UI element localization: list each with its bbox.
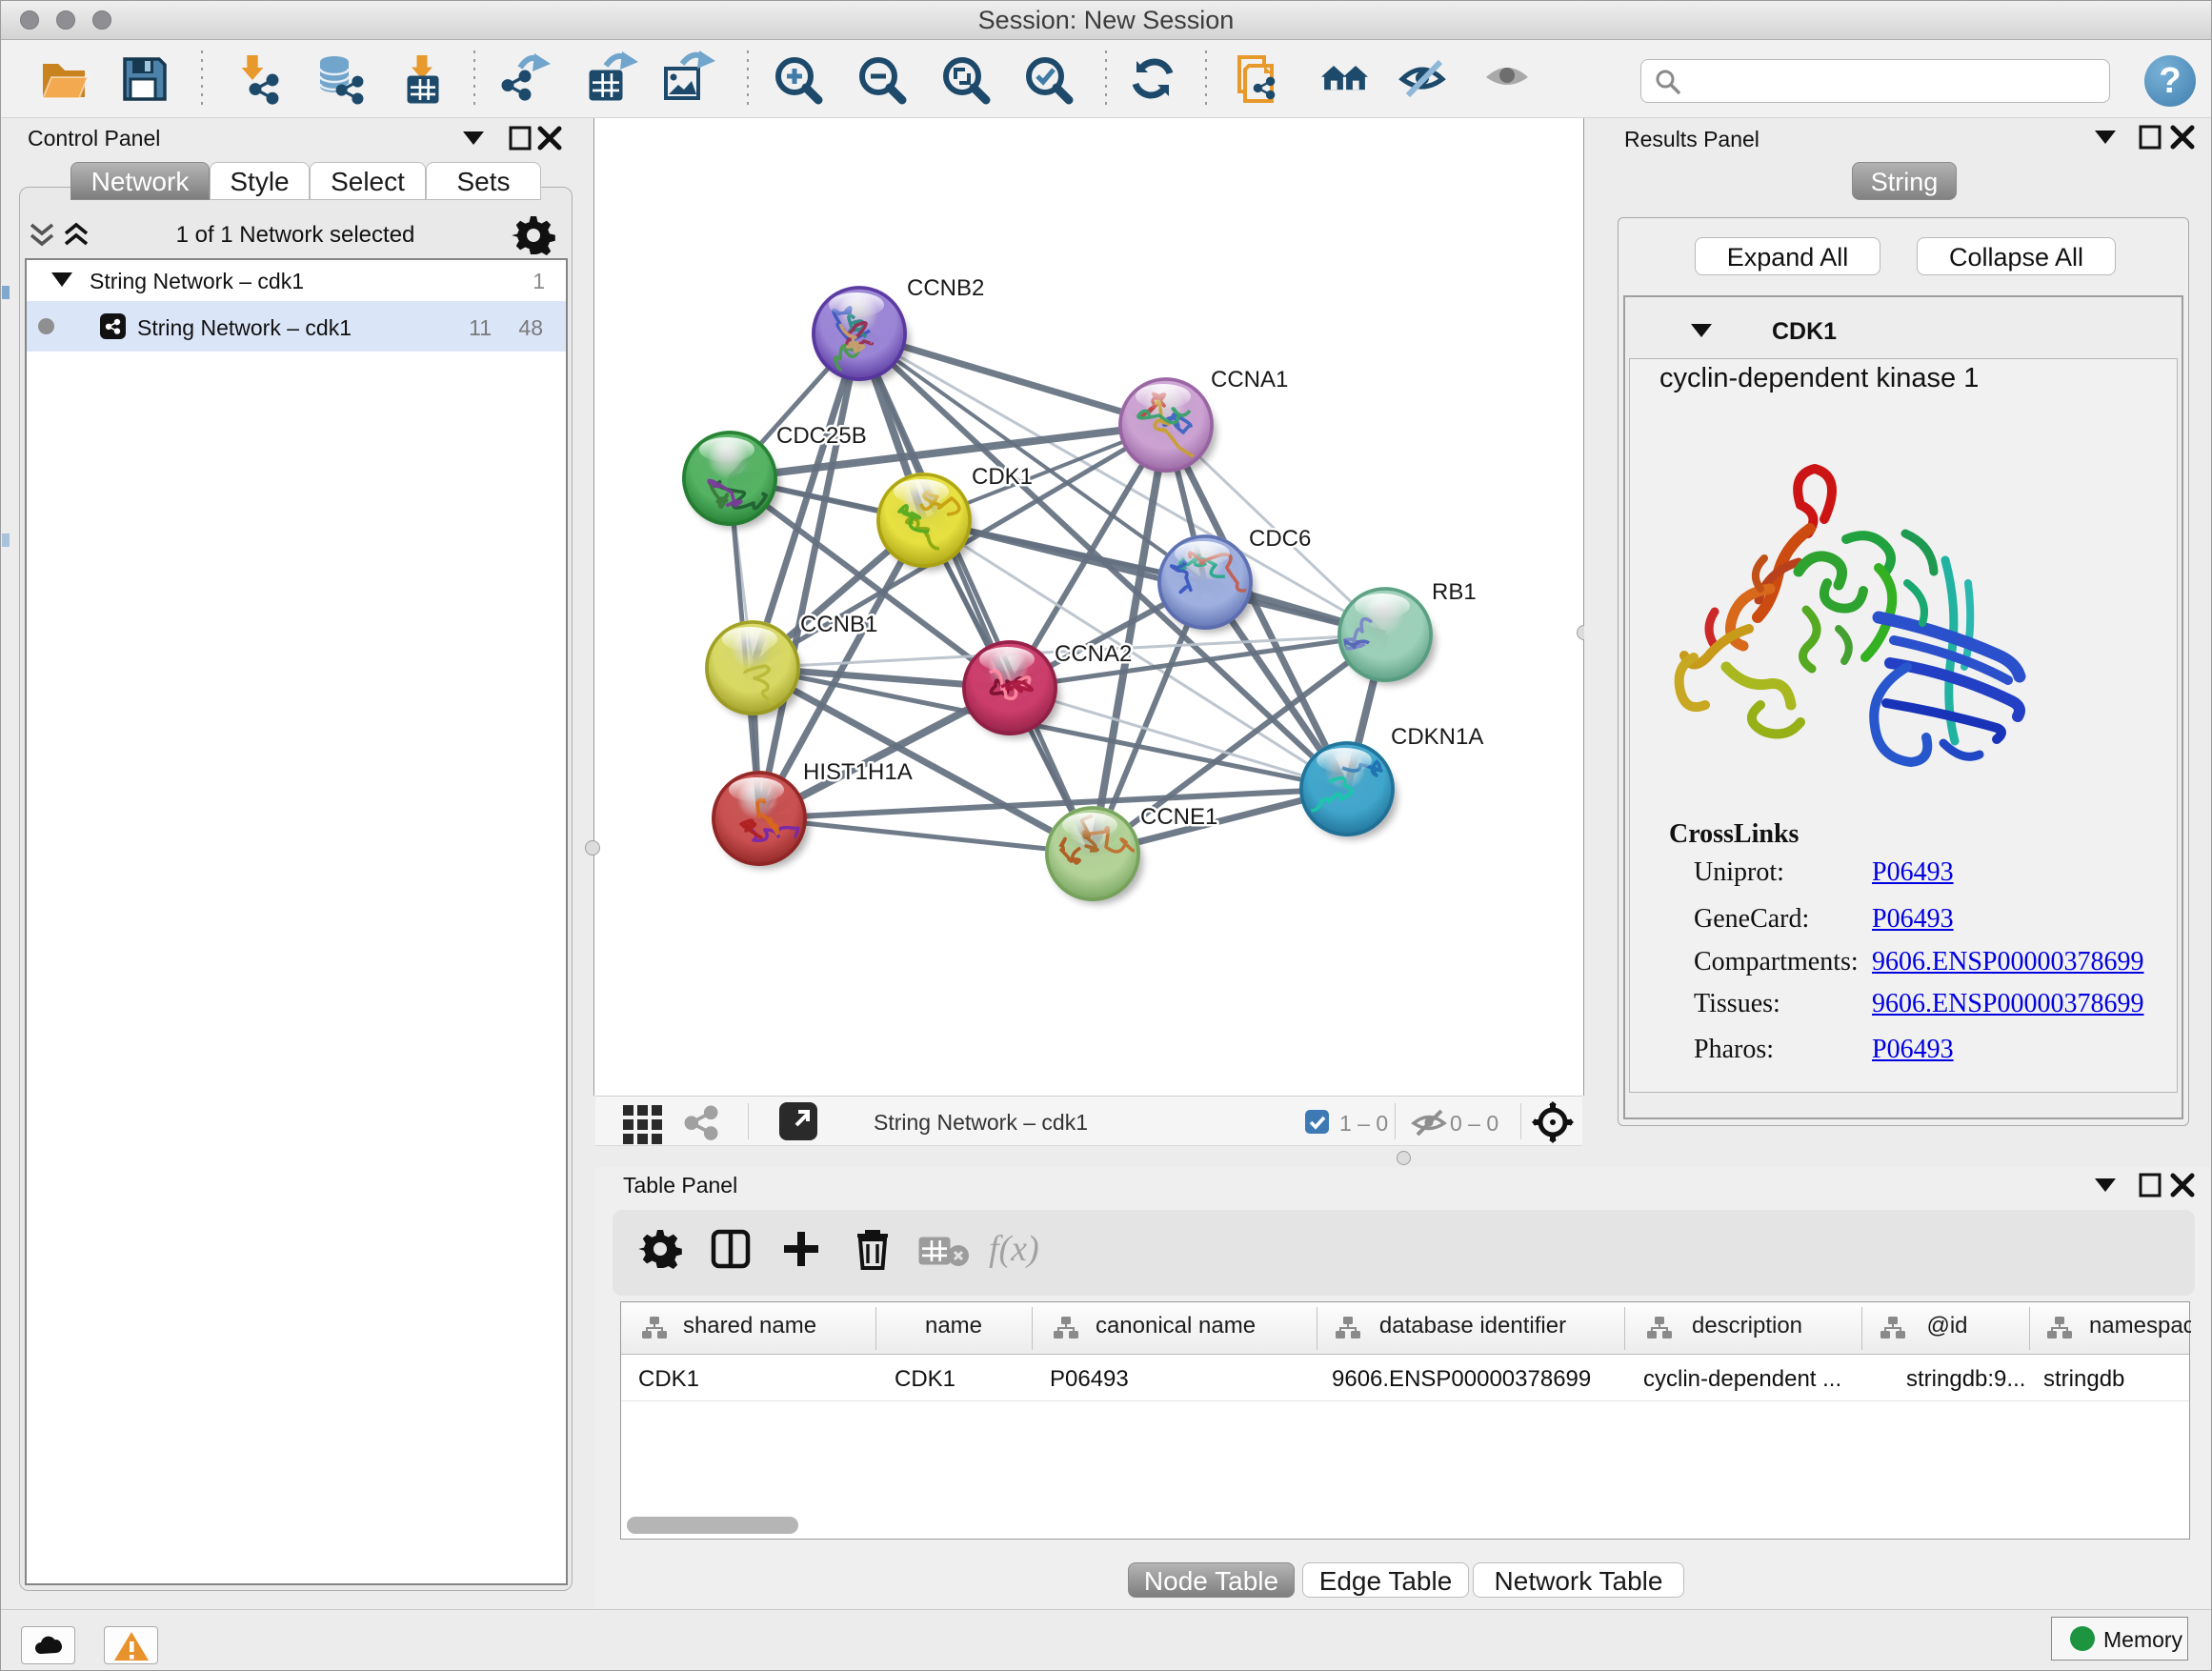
svg-text:CCNA1: CCNA1 — [1211, 367, 1288, 393]
svg-text:CDC25B: CDC25B — [776, 423, 867, 449]
svg-text:CCNE1: CCNE1 — [1140, 804, 1217, 830]
svg-text:CDC6: CDC6 — [1249, 526, 1311, 552]
svg-text:HIST1H1A: HIST1H1A — [803, 759, 913, 785]
svg-text:CCNB1: CCNB1 — [800, 612, 877, 637]
svg-text:CCNB2: CCNB2 — [907, 275, 984, 301]
svg-text:RB1: RB1 — [1432, 579, 1477, 605]
svg-text:CDKN1A: CDKN1A — [1391, 724, 1483, 750]
svg-text:CDK1: CDK1 — [972, 464, 1033, 490]
svg-text:CCNA2: CCNA2 — [1055, 641, 1132, 667]
